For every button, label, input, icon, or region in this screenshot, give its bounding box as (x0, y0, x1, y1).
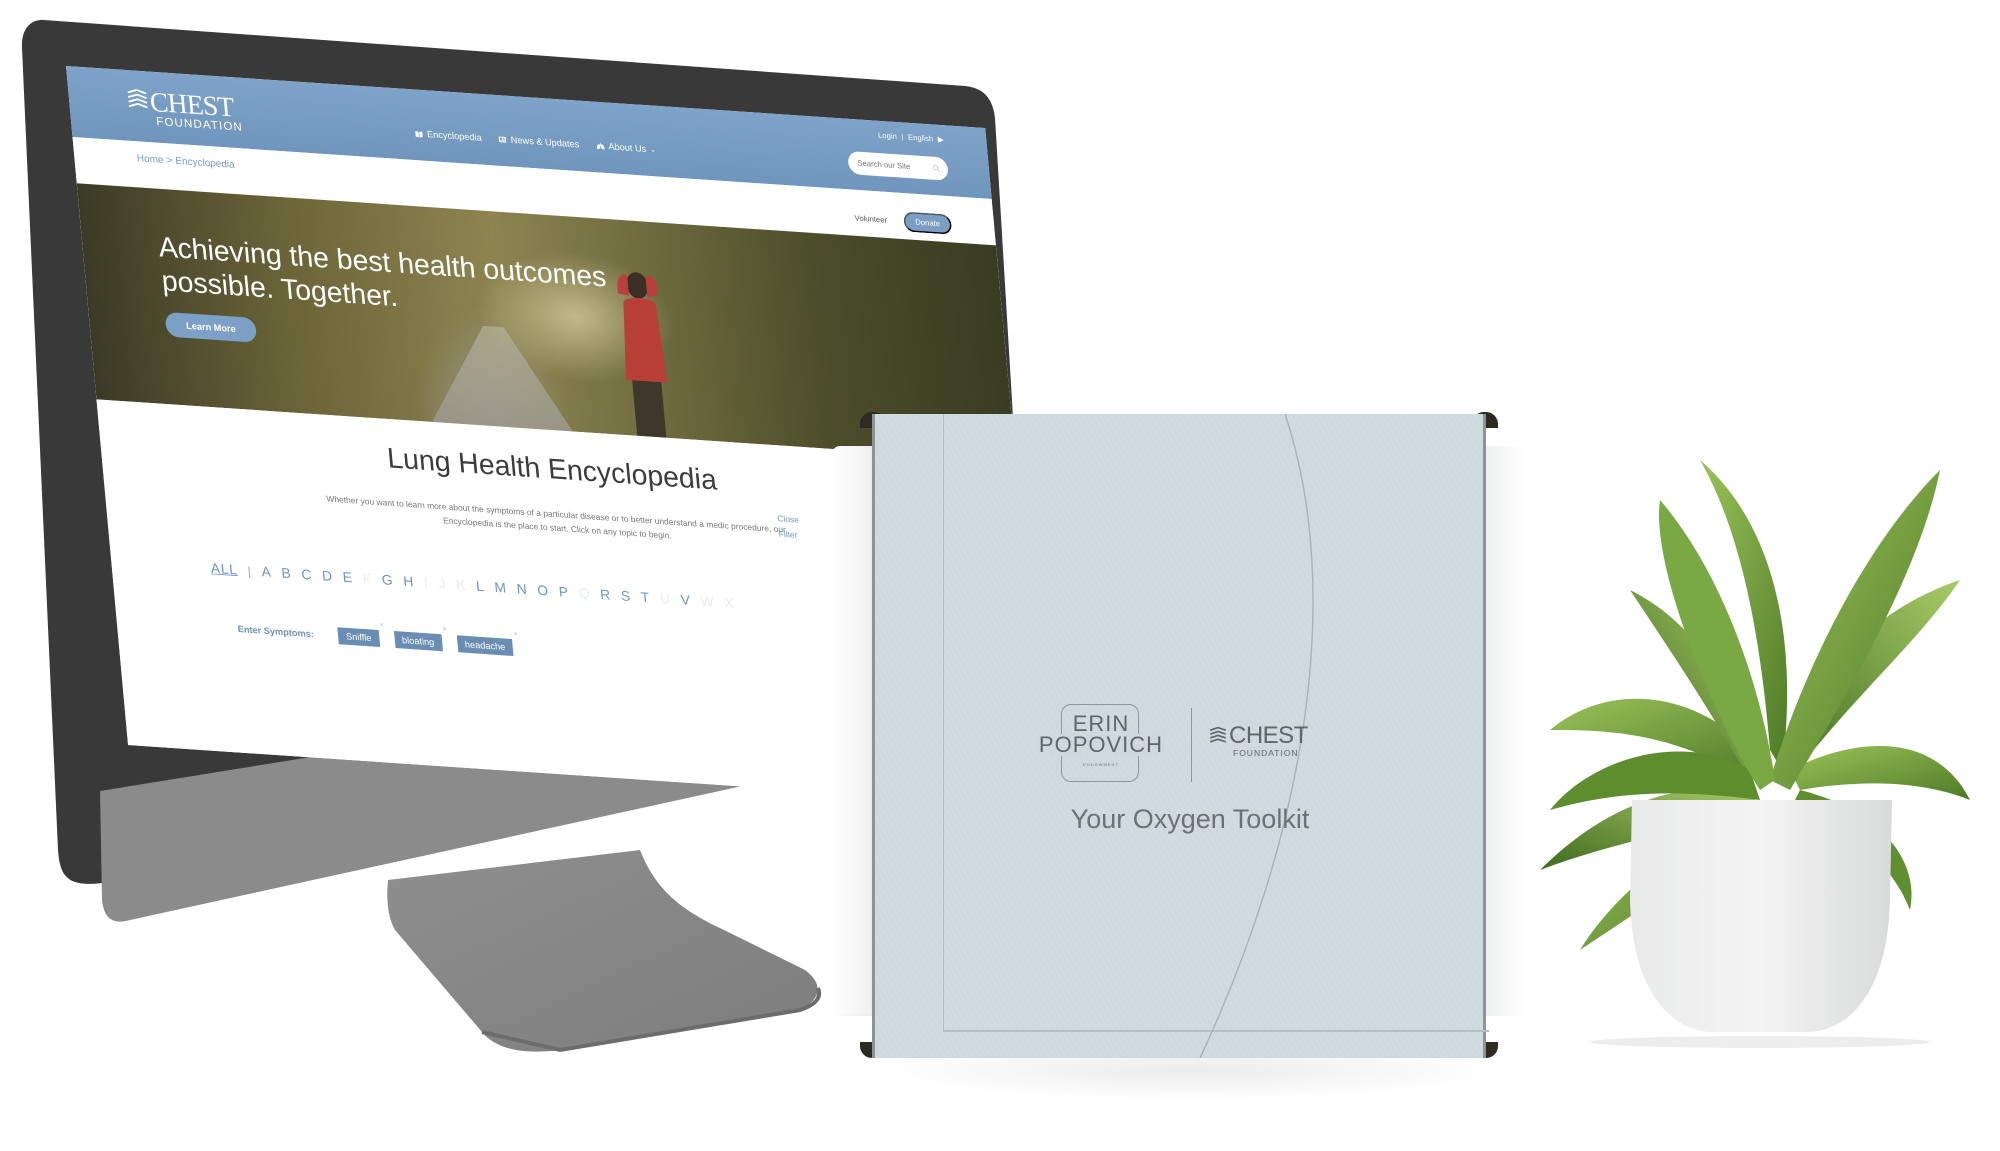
box-chest-wordmark: CHEST (1229, 722, 1308, 749)
alphabet-letter-j: J (437, 575, 447, 592)
alphabet-all[interactable]: ALL (210, 560, 238, 578)
donate-button[interactable]: Donate (902, 211, 953, 235)
chip-label: bloating (401, 634, 435, 648)
login-link[interactable]: Login (878, 132, 898, 142)
alphabet-letter-u: U (659, 590, 672, 607)
alphabet-filter: ALL | ABCDEFGHIJKLMNOPQRSTUVWX (210, 560, 735, 612)
encyclopedia-description: Whether you want to learn more about the… (325, 494, 787, 541)
alphabet-letter-o[interactable]: O (537, 582, 550, 599)
close-icon[interactable]: × (442, 625, 447, 634)
hero-title: Achieving the best health outcomes possi… (157, 230, 611, 328)
oxygen-toolkit-box: ERIN POPOVICH ENDOWMENT CHEST FOUNDATION… (832, 408, 1526, 1062)
top-links: Login | English ▶ (878, 132, 944, 145)
alphabet-letter-w: W (699, 593, 716, 610)
search-icon[interactable] (932, 164, 940, 173)
play-triangle-icon: ▶ (937, 135, 945, 145)
chevron-down-icon: ⌄ (649, 144, 657, 153)
box-product-title: Your Oxygen Toolkit (1070, 804, 1310, 834)
symptom-chip[interactable]: bloating × (393, 625, 447, 652)
top-links-separator: | (901, 133, 904, 142)
alphabet-letter-d[interactable]: D (321, 568, 333, 585)
nav-label: Encyclopedia (426, 128, 483, 144)
hero-person-image (617, 272, 668, 444)
alphabet-letter-i: I (423, 574, 430, 591)
filter-link[interactable]: Filter (778, 527, 801, 544)
erin-logo-line-2: POPOVICH (1037, 732, 1165, 757)
symptom-filter: Enter Symptoms: Sniffle × bloating × hea… (237, 620, 518, 657)
nav-label: About Us (607, 140, 647, 155)
lungs-icon (596, 142, 605, 150)
potted-plant (1540, 460, 1970, 1048)
nav-item-encyclopedia[interactable]: Encyclopedia (414, 128, 482, 143)
chip-label: Sniffle (345, 630, 372, 644)
box-side-flap-left (832, 446, 874, 1016)
alphabet-letter-x: X (723, 595, 736, 612)
nav-item-about-us[interactable]: About Us ⌄ (596, 140, 657, 155)
box-chest-subtitle: FOUNDATION (1233, 748, 1299, 758)
book-icon (415, 130, 423, 138)
symptoms-label: Enter Symptoms: (237, 623, 315, 640)
alphabet-letter-h[interactable]: H (403, 573, 415, 590)
alphabet-letter-b[interactable]: B (281, 565, 292, 582)
logo-divider (1191, 708, 1192, 782)
close-icon[interactable]: × (379, 621, 384, 630)
erin-popovich-logo: ERIN POPOVICH ENDOWMENT (1037, 704, 1165, 782)
close-link[interactable]: Close (777, 511, 800, 528)
alphabet-letter-a[interactable]: A (261, 564, 272, 581)
nav-item-news-updates[interactable]: News & Updates (498, 134, 580, 150)
plant-pot (1630, 800, 1892, 1032)
monitor-stand (387, 850, 818, 1052)
learn-more-button[interactable]: Learn More (164, 311, 258, 343)
alphabet-divider: | (247, 565, 253, 579)
breadcrumb-home[interactable]: Home (136, 152, 164, 165)
alphabet-letter-s[interactable]: S (620, 588, 631, 605)
erin-logo-line-3: ENDOWMENT (1083, 762, 1119, 767)
main-nav: Encyclopedia News & Updates About Us ⌄ (414, 128, 656, 155)
nav-label: News & Updates (510, 134, 580, 150)
alphabet-letter-k: K (455, 576, 467, 594)
newspaper-icon (498, 136, 507, 143)
alphabet-letter-v[interactable]: V (680, 592, 691, 609)
site-search[interactable] (847, 150, 949, 181)
alphabet-letter-n[interactable]: N (516, 581, 528, 598)
chest-logo-mark-icon (127, 88, 148, 109)
alphabet-letter-g[interactable]: G (381, 572, 394, 589)
encyclopedia-title: Lung Health Encyclopedia (385, 441, 719, 496)
search-input[interactable] (855, 158, 929, 173)
alphabet-letter-e[interactable]: E (342, 569, 353, 586)
encyclopedia-side-links: Close Filter (777, 511, 801, 543)
alphabet-letter-m[interactable]: M (494, 580, 508, 597)
alphabet-letter-f: F (361, 570, 373, 587)
volunteer-link[interactable]: Volunteer (854, 214, 887, 225)
box-logos: ERIN POPOVICH ENDOWMENT CHEST FOUNDATION (1037, 704, 1337, 784)
chip-label: headache (464, 638, 506, 653)
box-front-face: ERIN POPOVICH ENDOWMENT CHEST FOUNDATION… (872, 414, 1489, 1058)
alphabet-letter-c[interactable]: C (301, 566, 313, 583)
alphabet-letter-q: Q (578, 585, 591, 602)
alphabet-letter-p[interactable]: P (558, 584, 569, 601)
symptom-chip[interactable]: Sniffle × (337, 621, 384, 647)
breadcrumb-current: Encyclopedia (174, 154, 236, 171)
chest-logo-mark-icon (1210, 727, 1226, 743)
close-icon[interactable]: × (513, 630, 518, 639)
alphabet-letter-t[interactable]: T (640, 589, 651, 606)
alphabet-letter-l[interactable]: L (475, 578, 485, 595)
language-selector[interactable]: English (908, 134, 934, 144)
alphabet-letter-r[interactable]: R (600, 587, 612, 604)
breadcrumb-separator: > (165, 154, 173, 166)
symptom-chip[interactable]: headache × (456, 630, 518, 657)
breadcrumb: Home > Encyclopedia (136, 152, 235, 170)
